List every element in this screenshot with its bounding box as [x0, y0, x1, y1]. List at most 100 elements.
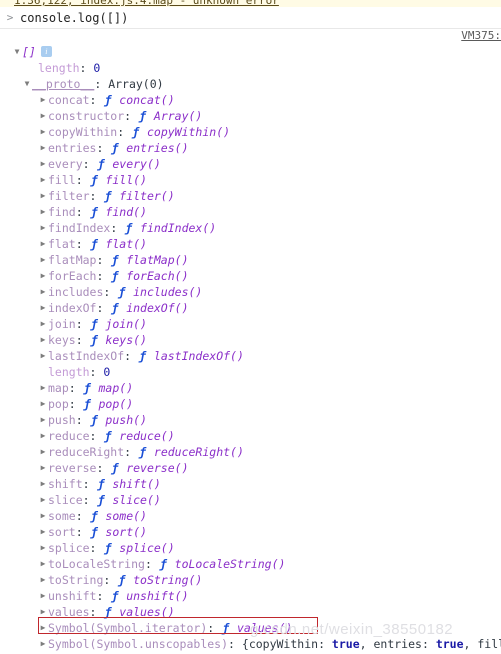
tree-row-member[interactable]: ▶ map: ƒ map() [0, 380, 501, 396]
disclosure-triangle-collapsed-icon[interactable]: ▶ [38, 140, 48, 156]
disclosure-triangle-collapsed-icon[interactable]: ▶ [38, 284, 48, 300]
colon-separator: : [96, 301, 111, 315]
member-value: push() [98, 413, 147, 427]
tree-row-member[interactable]: ▶ pop: ƒ pop() [0, 396, 501, 412]
disclosure-triangle-collapsed-icon[interactable]: ▶ [38, 412, 48, 428]
function-sigil-icon: ƒ [111, 461, 119, 475]
disclosure-triangle-collapsed-icon[interactable]: ▶ [38, 380, 48, 396]
tree-row-member[interactable]: ▶ copyWithin: ƒ copyWithin() [0, 124, 501, 140]
disclosure-triangle-collapsed-icon[interactable]: ▶ [38, 604, 48, 620]
member-value: pop() [91, 397, 134, 411]
tree-row-member[interactable]: ▶ find: ƒ find() [0, 204, 501, 220]
unscopable-key: copyWithin [248, 637, 319, 651]
disclosure-triangle-collapsed-icon[interactable]: ▶ [38, 348, 48, 364]
function-sigil-icon: ƒ [90, 413, 98, 427]
tree-row-member[interactable]: ▶ values: ƒ values() [0, 604, 501, 620]
tree-row-member[interactable]: ▶ push: ƒ push() [0, 412, 501, 428]
tree-row-proto[interactable]: ▼ __proto__: Array(0) [0, 76, 501, 92]
member-value: reverse() [119, 461, 189, 475]
disclosure-triangle-collapsed-icon[interactable]: ▶ [38, 492, 48, 508]
tree-row-member[interactable]: ▶ keys: ƒ keys() [0, 332, 501, 348]
tree-row-member[interactable]: ▶ every: ƒ every() [0, 156, 501, 172]
tree-row-member[interactable]: ▶ join: ƒ join() [0, 316, 501, 332]
disclosure-triangle-expanded-icon[interactable]: ▼ [22, 76, 32, 92]
tree-row-array-root[interactable]: ▼[] i [0, 44, 501, 60]
function-sigil-icon: ƒ [139, 109, 146, 123]
member-key: Symbol(Symbol.iterator) [48, 621, 208, 635]
disclosure-triangle-collapsed-icon[interactable]: ▶ [38, 108, 48, 124]
tree-row-member[interactable]: ▶ entries: ƒ entries() [0, 140, 501, 156]
disclosure-triangle-collapsed-icon[interactable]: ▶ [38, 220, 48, 236]
disclosure-triangle-collapsed-icon[interactable]: ▶ [38, 540, 48, 556]
tree-row-member[interactable]: ▶ reduce: ƒ reduce() [0, 428, 501, 444]
tree-row-member[interactable]: ▶ flat: ƒ flat() [0, 236, 501, 252]
console-input-line[interactable]: > console.log([]) [0, 7, 501, 29]
member-key: forEach [48, 269, 97, 283]
disclosure-triangle-collapsed-icon[interactable]: ▶ [38, 556, 48, 572]
object-open-brace: { [241, 637, 249, 651]
clipped-top-message: 1:36,122, index.js:4.map - unknown error [0, 0, 501, 7]
disclosure-triangle-collapsed-icon[interactable]: ▶ [38, 300, 48, 316]
tree-row-member[interactable]: ▶ includes: ƒ includes() [0, 284, 501, 300]
disclosure-triangle-collapsed-icon[interactable]: ▶ [38, 508, 48, 524]
console-input-value[interactable]: console.log([]) [20, 11, 128, 25]
disclosure-triangle-collapsed-icon[interactable]: ▶ [38, 572, 48, 588]
member-key: copyWithin [48, 125, 118, 139]
disclosure-triangle-collapsed-icon[interactable]: ▶ [38, 620, 48, 636]
disclosure-triangle-collapsed-icon[interactable]: ▶ [38, 236, 48, 252]
disclosure-triangle-collapsed-icon[interactable]: ▶ [38, 332, 48, 348]
tree-row-member[interactable]: ▶ reverse: ƒ reverse() [0, 460, 501, 476]
info-icon[interactable]: i [40, 46, 52, 57]
disclosure-triangle-collapsed-icon[interactable]: ▶ [38, 268, 48, 284]
member-key: splice [48, 541, 90, 555]
tree-row-member[interactable]: ▶ toString: ƒ toString() [0, 572, 501, 588]
tree-row-member[interactable]: ▶ lastIndexOf: ƒ lastIndexOf() [0, 348, 501, 364]
source-location-link[interactable]: VM375: [461, 29, 501, 42]
length-value: 0 [93, 61, 101, 75]
colon-separator: : [124, 445, 139, 459]
tree-row-member[interactable]: ▶ filter: ƒ filter() [0, 188, 501, 204]
disclosure-triangle-collapsed-icon[interactable]: ▶ [38, 156, 48, 172]
disclosure-triangle-collapsed-icon[interactable]: ▶ [38, 588, 48, 604]
tree-row-member[interactable]: ▶ unshift: ƒ unshift() [0, 588, 501, 604]
tree-row-member[interactable]: ▶ shift: ƒ shift() [0, 476, 501, 492]
tree-row-member[interactable]: ▶ splice: ƒ splice() [0, 540, 501, 556]
disclosure-triangle-collapsed-icon[interactable]: ▶ [38, 396, 48, 412]
disclosure-triangle-collapsed-icon[interactable]: ▶ [38, 444, 48, 460]
disclosure-triangle-collapsed-icon[interactable]: ▶ [38, 252, 48, 268]
colon-separator: : [94, 77, 102, 91]
member-key: keys [48, 333, 76, 347]
disclosure-triangle-collapsed-icon[interactable]: ▶ [38, 428, 48, 444]
tree-row-member[interactable]: ▶ slice: ƒ slice() [0, 492, 501, 508]
tree-row-member[interactable]: ▶ toLocaleString: ƒ toLocaleString() [0, 556, 501, 572]
tree-row-member[interactable]: ▶ reduceRight: ƒ reduceRight() [0, 444, 501, 460]
function-sigil-icon: ƒ [90, 525, 98, 539]
disclosure-triangle-expanded-icon[interactable]: ▼ [12, 44, 22, 60]
disclosure-triangle-collapsed-icon[interactable]: ▶ [38, 172, 48, 188]
member-value: findIndex() [133, 221, 217, 235]
member-value: find() [98, 205, 147, 219]
tree-row-member[interactable]: ▶ Symbol(Symbol.unscopables): {copyWithin… [0, 636, 501, 652]
disclosure-triangle-collapsed-icon[interactable]: ▶ [38, 524, 48, 540]
tree-row-member[interactable]: ▶ some: ƒ some() [0, 508, 501, 524]
tree-row-member[interactable]: ▶ Symbol(Symbol.iterator): ƒ values() [0, 620, 501, 636]
disclosure-triangle-collapsed-icon[interactable]: ▶ [38, 316, 48, 332]
colon-separator: : [89, 541, 104, 555]
colon-separator: : [89, 365, 104, 379]
disclosure-triangle-collapsed-icon[interactable]: ▶ [38, 92, 48, 108]
tree-row-member[interactable]: ▶ fill: ƒ fill() [0, 172, 501, 188]
tree-row-member[interactable]: ▶ sort: ƒ sort() [0, 524, 501, 540]
disclosure-triangle-collapsed-icon[interactable]: ▶ [38, 124, 48, 140]
disclosure-triangle-collapsed-icon[interactable]: ▶ [38, 188, 48, 204]
tree-row-member[interactable]: ▶ flatMap: ƒ flatMap() [0, 252, 501, 268]
tree-row-member[interactable]: ▶ indexOf: ƒ indexOf() [0, 300, 501, 316]
disclosure-triangle-collapsed-icon[interactable]: ▶ [38, 460, 48, 476]
tree-row-member[interactable]: ▶ forEach: ƒ forEach() [0, 268, 501, 284]
disclosure-triangle-collapsed-icon[interactable]: ▶ [38, 204, 48, 220]
disclosure-triangle-collapsed-icon[interactable]: ▶ [38, 476, 48, 492]
tree-row-member[interactable]: ▶ findIndex: ƒ findIndex() [0, 220, 501, 236]
tree-row-member[interactable]: ▶ concat: ƒ concat() [0, 92, 501, 108]
member-key: reduceRight [48, 445, 125, 459]
disclosure-triangle-collapsed-icon[interactable]: ▶ [38, 636, 48, 652]
tree-row-member[interactable]: ▶ constructor: ƒ Array() [0, 108, 501, 124]
